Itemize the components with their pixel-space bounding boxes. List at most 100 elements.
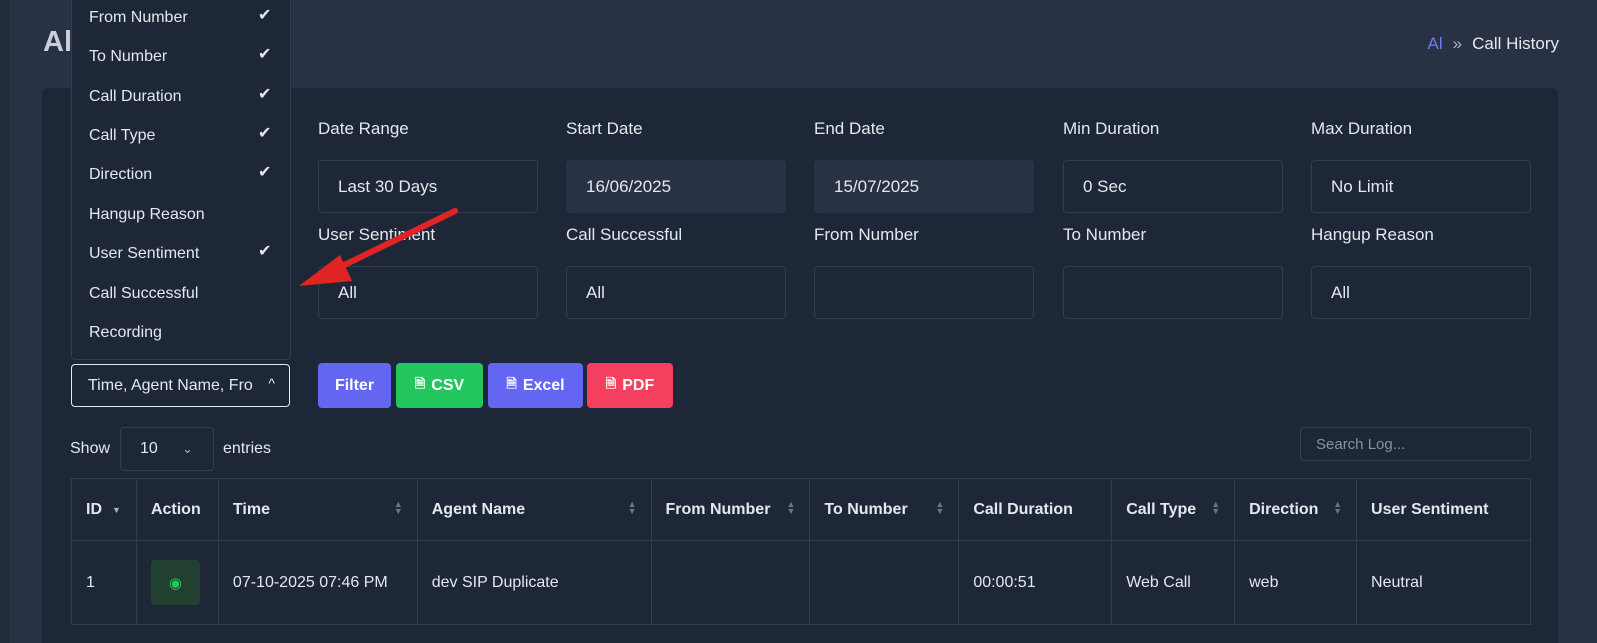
- view-button[interactable]: ◉: [150, 560, 200, 605]
- checkmark-icon: ✔: [258, 7, 272, 24]
- call-successful-field: Call Successful All: [566, 225, 786, 319]
- checkmark-icon: ✔: [258, 243, 272, 260]
- sort-icon: ▲ ▼: [627, 499, 637, 516]
- checkmark-icon: ✔: [258, 86, 272, 103]
- excel-button-label: Excel: [522, 376, 565, 394]
- filter-button[interactable]: Filter: [318, 363, 391, 408]
- breadcrumb-current: Call History: [1472, 34, 1559, 53]
- dropdown-item-direction[interactable]: Direction: [89, 166, 152, 184]
- chevron-up-icon: ^: [268, 375, 275, 391]
- column-header-id[interactable]: ID ▼: [71, 478, 137, 541]
- dropdown-item-call-type[interactable]: Call Type: [89, 127, 155, 145]
- cell-id: 1: [71, 540, 137, 625]
- csv-button-label: CSV: [431, 376, 465, 394]
- entries-label: entries: [223, 440, 272, 457]
- csv-button[interactable]: 🗎 CSV: [396, 363, 483, 408]
- chevron-down-icon: ⌄: [182, 441, 193, 456]
- user-sentiment-label: User Sentiment: [318, 225, 436, 244]
- call-successful-select[interactable]: All: [566, 266, 786, 319]
- eye-icon: ◉: [168, 574, 182, 592]
- dropdown-item-from-number[interactable]: From Number: [89, 9, 188, 27]
- user-sentiment-field: User Sentiment All: [318, 225, 538, 319]
- to-number-field: To Number: [1063, 225, 1283, 319]
- entries-value: 10: [140, 440, 158, 457]
- breadcrumb-separator: »: [1452, 34, 1463, 53]
- column-header-direction[interactable]: Direction ▲ ▼: [1234, 478, 1358, 541]
- end-date-label: End Date: [814, 119, 885, 138]
- from-number-label: From Number: [814, 225, 919, 244]
- dropdown-item-call-duration[interactable]: Call Duration: [89, 88, 181, 106]
- cell-agent-name: dev SIP Duplicate: [416, 540, 652, 625]
- hangup-reason-label: Hangup Reason: [1311, 225, 1434, 244]
- dropdown-item-recording[interactable]: Recording: [89, 324, 162, 342]
- column-header-action: Action: [135, 478, 219, 541]
- start-date-label: Start Date: [566, 119, 643, 138]
- search-log-input[interactable]: [1300, 427, 1531, 461]
- to-number-input[interactable]: [1063, 266, 1283, 319]
- cell-to-number: [809, 540, 960, 625]
- from-number-input[interactable]: [814, 266, 1034, 319]
- column-visibility-dropdown: From Number ✔ To Number ✔ Call Duration …: [71, 0, 291, 360]
- start-date-field: Start Date 16/06/2025: [566, 119, 786, 213]
- column-header-from-number[interactable]: From Number ▲ ▼: [650, 478, 811, 541]
- checkmark-icon: ✔: [258, 125, 272, 142]
- checkmark-icon: ✔: [258, 164, 272, 181]
- cell-call-duration: 00:00:51: [958, 540, 1113, 625]
- cell-action: ◉: [135, 540, 219, 625]
- pdf-button[interactable]: 🗎 PDF: [587, 363, 673, 408]
- hangup-reason-field: Hangup Reason All: [1311, 225, 1531, 319]
- column-header-to-number[interactable]: To Number ▲ ▼: [809, 478, 960, 541]
- file-icon: 🗎: [414, 375, 426, 391]
- sort-icon: ▲ ▼: [1211, 499, 1221, 516]
- page-title: Al: [43, 26, 72, 58]
- dropdown-item-call-successful[interactable]: Call Successful: [89, 285, 198, 303]
- hangup-reason-select[interactable]: All: [1311, 266, 1531, 319]
- call-history-table: ID ▼ Action Time ▲ ▼ Agent Name ▲ ▼ From Numb…: [71, 478, 1531, 625]
- pdf-file-icon: 🗎: [605, 375, 617, 391]
- breadcrumb-link[interactable]: Al: [1428, 34, 1443, 54]
- sort-icon: ▲ ▼: [935, 499, 945, 516]
- max-duration-field: Max Duration No Limit: [1311, 119, 1531, 213]
- date-range-label: Date Range: [318, 119, 409, 138]
- min-duration-select[interactable]: 0 Sec: [1063, 160, 1283, 213]
- entries-select[interactable]: 10 ⌄: [120, 427, 214, 471]
- sort-icon: ▲ ▼: [786, 499, 796, 516]
- date-range-field: Date Range Last 30 Days: [318, 119, 538, 213]
- column-header-call-type[interactable]: Call Type ▲ ▼: [1111, 478, 1236, 541]
- column-header-call-duration[interactable]: Call Duration: [958, 478, 1113, 541]
- dropdown-item-to-number[interactable]: To Number: [89, 48, 167, 66]
- checkmark-icon: ✔: [258, 46, 272, 63]
- cell-direction: web: [1234, 540, 1358, 625]
- column-header-time[interactable]: Time ▲ ▼: [217, 478, 418, 541]
- pdf-button-label: PDF: [622, 376, 655, 394]
- column-header-agent-name[interactable]: Agent Name ▲ ▼: [416, 478, 652, 541]
- dropdown-item-user-sentiment[interactable]: User Sentiment: [89, 245, 199, 263]
- end-date-field: End Date 15/07/2025: [814, 119, 1034, 213]
- table-header-row: ID ▼ Action Time ▲ ▼ Agent Name ▲ ▼ From Numb…: [71, 478, 1531, 541]
- max-duration-select[interactable]: No Limit: [1311, 160, 1531, 213]
- end-date-input[interactable]: 15/07/2025: [814, 160, 1034, 213]
- column-header-user-sentiment[interactable]: User Sentiment: [1356, 478, 1531, 541]
- table-row: 1 ◉ 07-10-2025 07:46 PM dev SIP Duplicat…: [71, 540, 1531, 625]
- cell-from-number: [650, 540, 811, 625]
- date-range-select[interactable]: Last 30 Days: [318, 160, 538, 213]
- left-edge-strip: [0, 0, 9, 643]
- start-date-input[interactable]: 16/06/2025: [566, 160, 786, 213]
- filter-button-label: Filter: [334, 376, 375, 394]
- min-duration-field: Min Duration 0 Sec: [1063, 119, 1283, 213]
- column-visibility-select[interactable]: Time, Agent Name, Fro ^: [71, 364, 290, 407]
- show-label: Show: [70, 440, 111, 457]
- column-visibility-value: Time, Agent Name, Fro: [88, 376, 253, 394]
- to-number-label: To Number: [1063, 225, 1147, 244]
- cell-user-sentiment: Neutral: [1356, 540, 1531, 625]
- from-number-field: From Number: [814, 225, 1034, 319]
- sort-icon: ▲ ▼: [393, 499, 403, 516]
- dropdown-item-hangup-reason[interactable]: Hangup Reason: [89, 206, 205, 224]
- cell-time: 07-10-2025 07:46 PM: [217, 540, 418, 625]
- excel-button[interactable]: 🗎 Excel: [488, 363, 583, 408]
- sort-desc-icon: ▼: [112, 505, 121, 515]
- spreadsheet-icon: 🗎: [506, 375, 517, 391]
- user-sentiment-select[interactable]: All: [318, 266, 538, 319]
- min-duration-label: Min Duration: [1063, 119, 1160, 138]
- cell-call-type: Web Call: [1111, 540, 1236, 625]
